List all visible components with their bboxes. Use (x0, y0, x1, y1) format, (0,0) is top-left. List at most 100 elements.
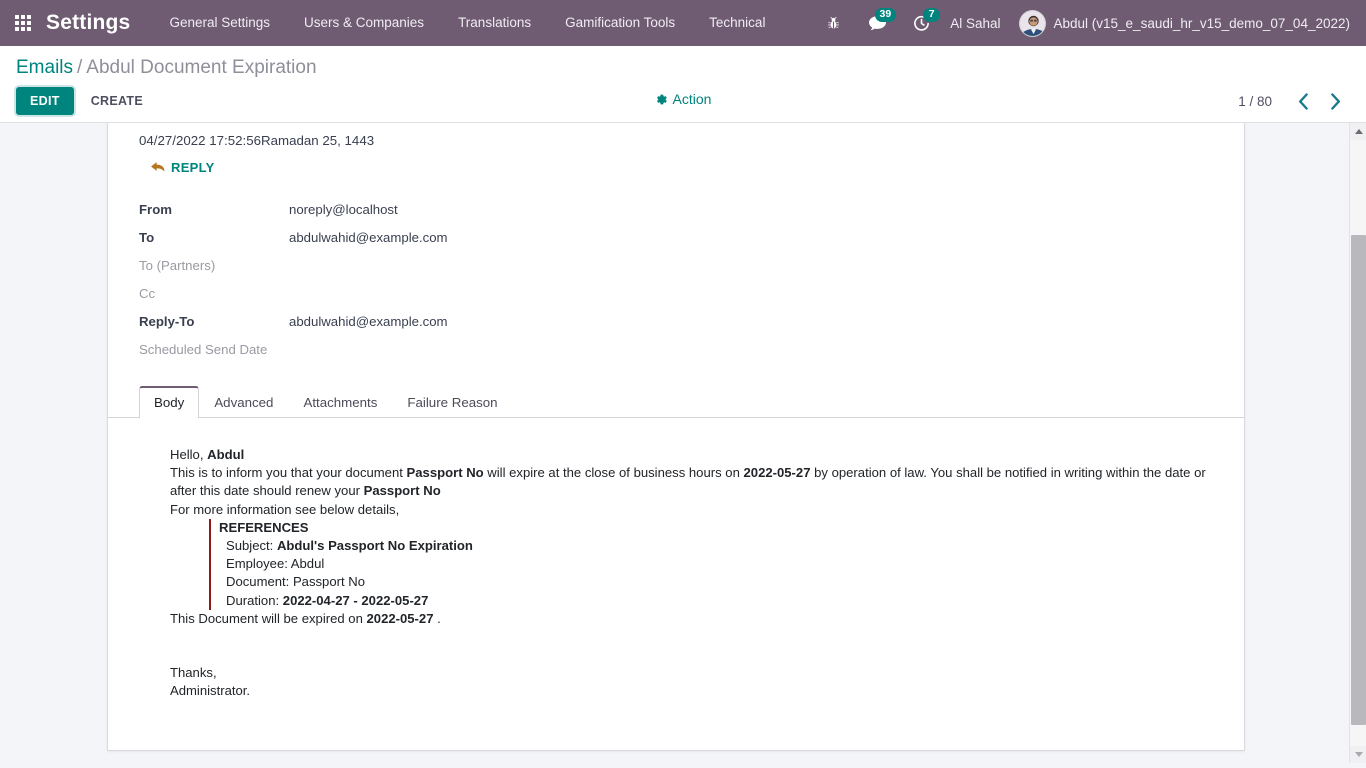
pager-counter: 1 / 80 (1238, 93, 1272, 109)
breadcrumb: Emails / Abdul Document Expiration (16, 54, 1350, 82)
reference-employee: Employee: Abdul (219, 555, 1214, 573)
breadcrumb-parent-emails[interactable]: Emails (16, 57, 73, 78)
scroll-up-arrow-icon (1354, 129, 1363, 134)
app-brand-settings[interactable]: Settings (46, 11, 130, 35)
reply-button[interactable]: REPLY (151, 160, 215, 175)
email-fields-table: From noreply@localhost To abdulwahid@exa… (139, 195, 609, 363)
references-block: REFERENCES Subject: Abdul's Passport No … (209, 518, 1214, 610)
p1-part-c: will expire at the close of business hou… (483, 465, 744, 481)
control-panel-buttons-row: EDIT CREATE Action 1 / 80 (16, 86, 1350, 116)
references-title: REFERENCES (219, 519, 309, 535)
expiry-part-c: . (433, 610, 441, 626)
vertical-scrollbar[interactable] (1349, 123, 1366, 763)
reference-subject: Subject: Abdul's Passport No Expiration (219, 537, 1214, 555)
p1-part-a: This is to inform you that your document (170, 465, 407, 481)
email-body-pane: Hello, Abdul This is to inform you that … (108, 418, 1244, 700)
grid-apps-icon (15, 15, 31, 31)
field-label-from: From (139, 201, 172, 217)
user-name-label: Abdul (v15_e_saudi_hr_v15_demo_07_04_202… (1053, 15, 1351, 31)
body-expiry-line: This Document will be expired on 2022-05… (170, 610, 1214, 628)
field-row-to: To abdulwahid@example.com (139, 223, 609, 251)
scrollbar-thumb[interactable] (1351, 235, 1366, 725)
activity-menu-button[interactable]: 7 (906, 0, 941, 46)
sheet-wrapper: 04/27/2022 17:52:56Ramadan 25, 1443 REPL… (0, 123, 1346, 763)
user-menu[interactable]: Abdul (v15_e_saudi_hr_v15_demo_07_04_202… (1015, 9, 1357, 37)
chevron-left-icon (1298, 92, 1308, 110)
apps-menu-button[interactable] (0, 0, 46, 46)
expiry-date: 2022-05-27 (366, 610, 434, 626)
p1-document-1: Passport No (406, 465, 484, 481)
debug-menu-button[interactable] (818, 0, 848, 46)
reference-document: Document: Passport No (219, 573, 1214, 591)
edit-button[interactable]: EDIT (16, 87, 74, 115)
chevron-right-icon (1330, 92, 1340, 110)
signature-name: Administrator. (170, 683, 251, 699)
top-navbar: Settings General Settings Users & Compan… (0, 0, 1366, 46)
action-menu-button[interactable]: Action (655, 91, 712, 108)
field-label-to-partners: To (Partners) (139, 257, 216, 273)
body-paragraph-2: For more information see below details, (170, 501, 400, 517)
signature-thanks: Thanks, (170, 665, 217, 681)
field-label-cc: Cc (139, 285, 156, 301)
reply-arrow-icon (151, 162, 165, 172)
form-sheet: 04/27/2022 17:52:56Ramadan 25, 1443 REPL… (107, 123, 1245, 751)
control-panel: Emails / Abdul Document Expiration EDIT CR… (0, 46, 1366, 123)
avatar-photo-icon (1019, 10, 1045, 36)
reference-duration-value: 2022-04-27 - 2022-05-27 (282, 592, 429, 608)
field-row-scheduled-send-date: Scheduled Send Date (139, 335, 609, 363)
menu-translations[interactable]: Translations (441, 0, 548, 46)
reply-label: REPLY (171, 160, 215, 175)
content-area: 04/27/2022 17:52:56Ramadan 25, 1443 REPL… (0, 123, 1366, 763)
field-value-from[interactable]: noreply@localhost (289, 195, 609, 223)
gear-icon (656, 94, 667, 105)
company-switcher[interactable]: Al Sahal (936, 16, 1014, 31)
field-label-scheduled-send-date: Scheduled Send Date (139, 341, 268, 357)
scroll-up-button[interactable] (1350, 123, 1366, 140)
tab-body[interactable]: Body (139, 386, 200, 418)
control-panel-center: Action (0, 91, 1366, 111)
field-row-reply-to: Reply-To abdulwahid@example.com (139, 307, 609, 335)
body-signature: Thanks, Administrator. (170, 664, 1214, 700)
messages-counter-badge: 39 (874, 8, 897, 23)
pager-previous-button[interactable] (1288, 87, 1318, 115)
activities-counter-badge: 7 (923, 8, 941, 23)
menu-gamification-tools[interactable]: Gamification Tools (548, 0, 692, 46)
field-value-cc[interactable] (289, 279, 609, 307)
reference-document-value: Passport No (292, 574, 366, 590)
scroll-down-arrow-icon (1354, 752, 1363, 757)
field-value-reply-to[interactable]: abdulwahid@example.com (289, 307, 609, 335)
field-value-scheduled-send-date[interactable] (289, 335, 609, 363)
tab-advanced[interactable]: Advanced (199, 386, 288, 418)
body-paragraph-1: This is to inform you that your document… (170, 464, 1214, 500)
field-value-to[interactable]: abdulwahid@example.com (289, 223, 609, 251)
menu-technical[interactable]: Technical (692, 0, 782, 46)
pager-next-button[interactable] (1320, 87, 1350, 115)
messaging-menu-button[interactable]: 39 (862, 0, 897, 46)
bug-icon (827, 16, 839, 29)
reference-subject-label: Subject: (226, 538, 277, 554)
reference-employee-label: Employee: (226, 556, 291, 572)
expiry-part-a: This Document will be expired on (170, 610, 367, 626)
notebook-tabs: Body Advanced Attachments Failure Reason (108, 385, 1244, 418)
p1-document-2: Passport No (363, 483, 441, 499)
tab-failure-reason[interactable]: Failure Reason (392, 386, 512, 418)
create-button[interactable]: CREATE (80, 88, 154, 114)
greeting-text: Hello, (170, 447, 208, 462)
breadcrumb-current: Abdul Document Expiration (86, 57, 317, 78)
pager: 1 / 80 (1238, 87, 1350, 115)
menu-general-settings[interactable]: General Settings (152, 0, 287, 46)
reference-employee-value: Abdul (290, 556, 325, 572)
reference-duration: Duration: 2022-04-27 - 2022-05-27 (219, 592, 1214, 610)
action-label: Action (672, 91, 712, 108)
field-label-to: To (139, 229, 155, 245)
field-label-reply-to: Reply-To (139, 313, 195, 329)
menu-users-companies[interactable]: Users & Companies (287, 0, 441, 46)
greeting-name: Abdul (207, 447, 245, 462)
reference-document-label: Document: (226, 574, 293, 590)
p1-expiry-date: 2022-05-27 (743, 465, 811, 481)
user-avatar (1018, 9, 1046, 37)
field-value-to-partners[interactable] (289, 251, 609, 279)
scroll-down-button[interactable] (1350, 746, 1366, 763)
breadcrumb-separator: / (77, 57, 83, 78)
tab-attachments[interactable]: Attachments (288, 386, 392, 418)
